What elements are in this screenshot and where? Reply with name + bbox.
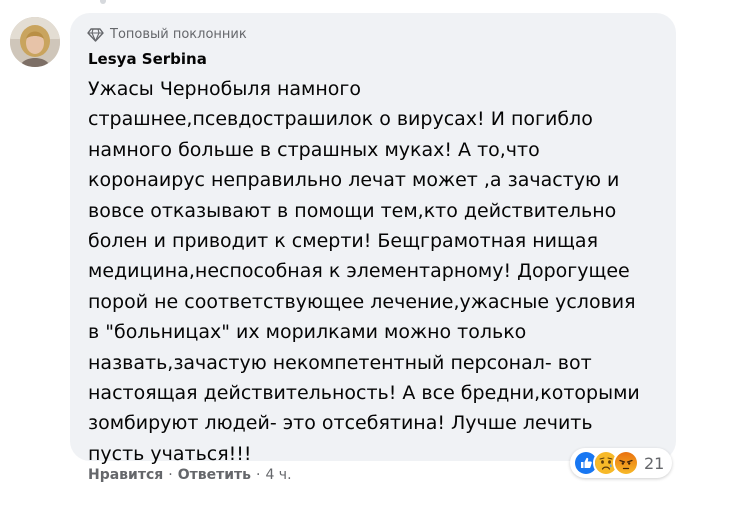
reaction-count: 21: [644, 453, 665, 473]
separator-dot: ·: [255, 467, 261, 483]
comment-line: зомбируют людей- это отсебятина! Лучше л…: [88, 412, 593, 435]
comment-line: настоящая действительность! А все бредни…: [88, 382, 640, 405]
comment-line: намного больше в страшных муках! А то,чт…: [88, 138, 540, 161]
comment-bubble: Топовый поклонник Lesya Serbina Ужасы Че…: [70, 13, 676, 465]
comment-line: назвать,зачастую некомпетентный персонал…: [88, 351, 592, 374]
comment-line: в "больницах" их морилками можно только: [88, 321, 527, 344]
comment-thread: Топовый поклонник Lesya Serbina Ужасы Че…: [0, 0, 730, 522]
avatar-photo: [10, 17, 60, 67]
separator-dot: ·: [168, 467, 173, 483]
reply-link[interactable]: Ответить: [178, 467, 251, 483]
top-fan-badge[interactable]: Топовый поклонник: [87, 25, 247, 43]
avatar[interactable]: [10, 17, 60, 67]
comment-text: Ужасы Чернобыля намного страшнее,псевдос…: [88, 74, 668, 469]
comment-line: болен и приводит к смерти! Бещграмотная …: [88, 230, 598, 253]
previous-comment-edge: [100, 0, 106, 4]
timestamp[interactable]: 4 ч.: [265, 467, 291, 483]
comment-line: страшнее,псевдострашилок о вирусах! И по…: [88, 108, 593, 131]
diamond-icon: [87, 26, 104, 43]
comment-actions: Нравится · Ответить · 4 ч.: [88, 464, 292, 486]
author-name[interactable]: Lesya Serbina: [88, 50, 207, 68]
reactions-summary[interactable]: 21: [570, 448, 673, 478]
like-link[interactable]: Нравится: [88, 467, 163, 483]
comment-line: медицина,неспособная к элементарному! До…: [88, 260, 630, 283]
comment-line: коронаирус неправильно лечат может ,а за…: [88, 169, 620, 192]
comment-line: порой не соответствующее лечение,ужасные…: [88, 290, 636, 313]
comment-line: вовсе отказывают в помощи тем,кто действ…: [88, 199, 617, 222]
angry-icon: [613, 450, 639, 476]
badge-label: Топовый поклонник: [110, 26, 247, 42]
comment-line: Ужасы Чернобыля намного: [88, 78, 362, 100]
